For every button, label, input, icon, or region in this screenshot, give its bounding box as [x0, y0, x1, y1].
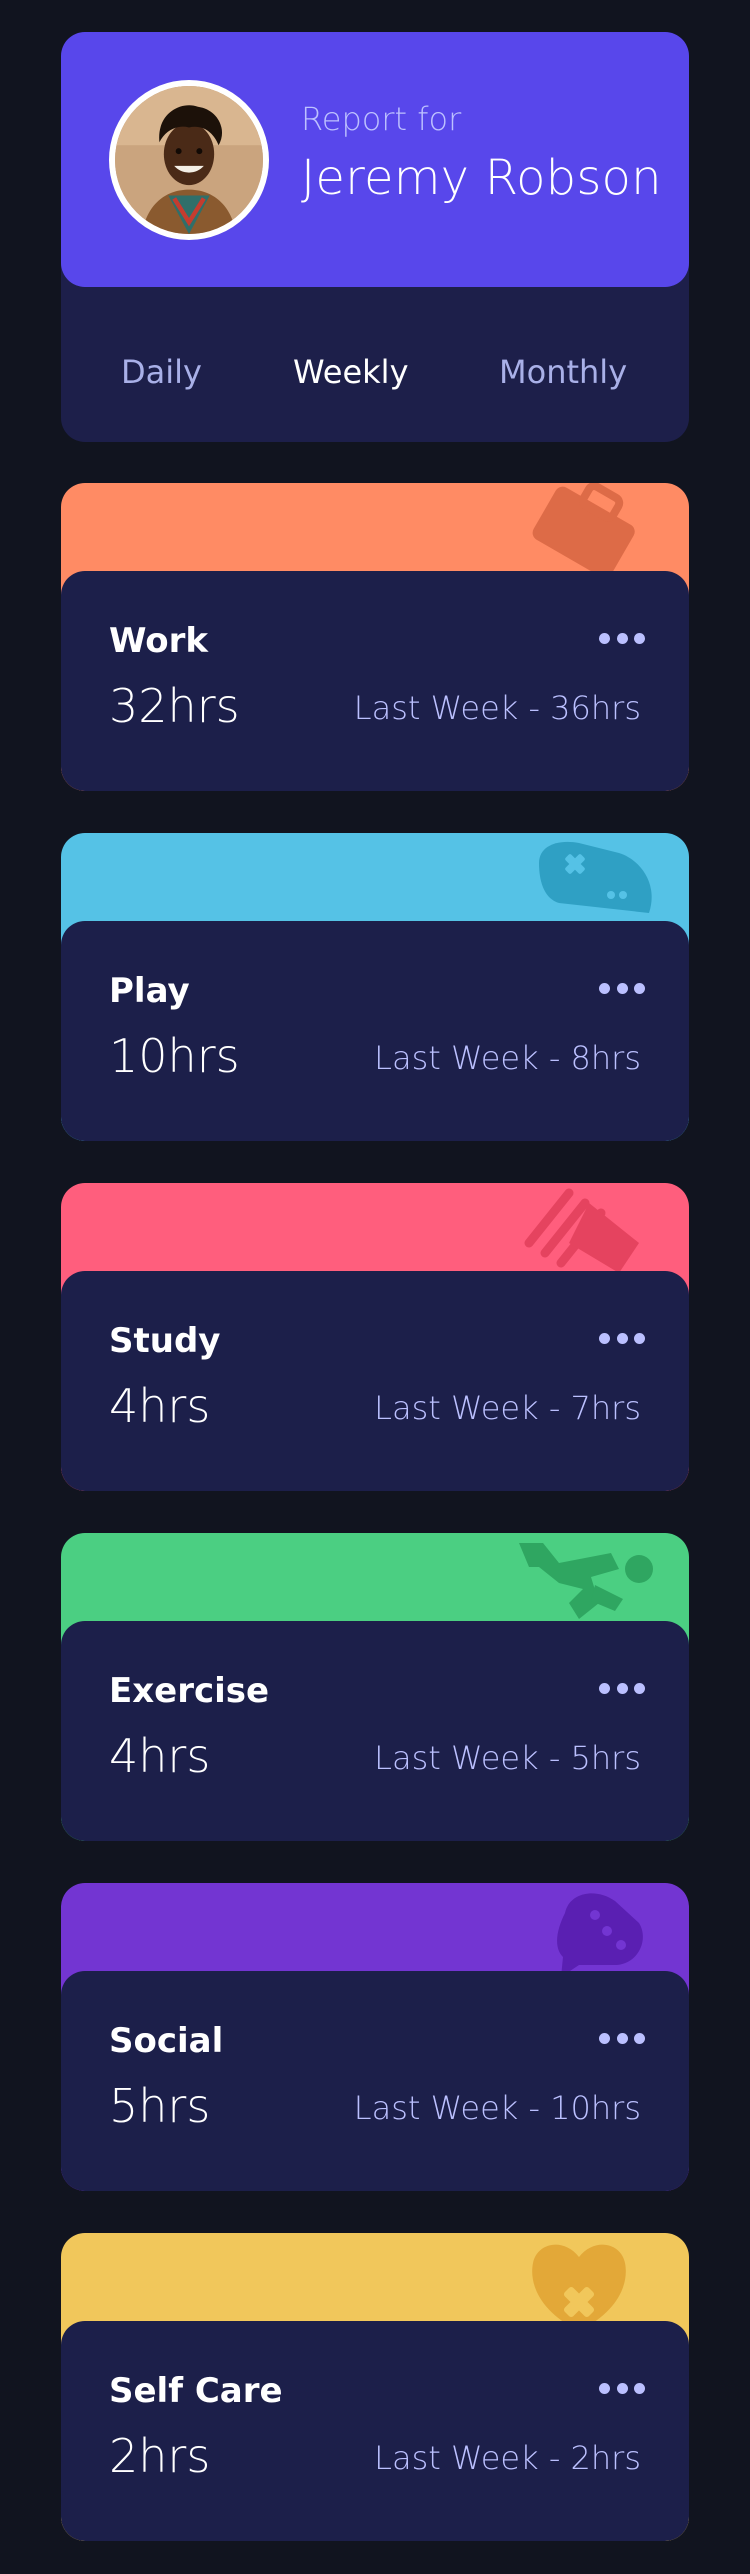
- briefcase-icon: [532, 483, 635, 578]
- activity-title: Study: [109, 1321, 221, 1361]
- activity-current-hours: 32hrs: [109, 679, 240, 733]
- chat-bubbles-icon: [557, 1893, 643, 1977]
- activity-body-work: Work 32hrs Last Week - 36hrs: [61, 571, 689, 791]
- activity-previous-hours: Last Week - 2hrs: [374, 2439, 641, 2477]
- user-name: Jeremy Robson: [301, 150, 662, 206]
- activity-title: Self Care: [109, 2371, 283, 2411]
- activity-card-study: Study 4hrs Last Week - 7hrs: [61, 1183, 689, 1491]
- profile-card: Report for Jeremy Robson Daily Weekly Mo…: [61, 32, 689, 442]
- activity-title: Exercise: [109, 1671, 270, 1711]
- ellipsis-menu-icon[interactable]: [599, 981, 645, 995]
- activity-title: Work: [109, 621, 209, 661]
- profile-header: Report for Jeremy Robson: [61, 32, 689, 287]
- tab-monthly[interactable]: Monthly: [499, 353, 627, 391]
- ellipsis-menu-icon[interactable]: [599, 2031, 645, 2045]
- activity-previous-hours: Last Week - 10hrs: [353, 2089, 641, 2127]
- activity-body-exercise: Exercise 4hrs Last Week - 5hrs: [61, 1621, 689, 1841]
- avatar-image: [115, 86, 263, 234]
- tab-daily[interactable]: Daily: [121, 353, 202, 391]
- avatar: [109, 80, 269, 240]
- heart-icon: [532, 2244, 626, 2331]
- gamepad-icon: [539, 841, 652, 913]
- activity-title: Social: [109, 2021, 224, 2061]
- activity-current-hours: 4hrs: [109, 1379, 211, 1433]
- activity-card-exercise: Exercise 4hrs Last Week - 5hrs: [61, 1533, 689, 1841]
- activity-card-self-care: Self Care 2hrs Last Week - 2hrs: [61, 2233, 689, 2541]
- time-tracking-dashboard: Report for Jeremy Robson Daily Weekly Mo…: [0, 0, 750, 2574]
- tab-weekly[interactable]: Weekly: [293, 353, 409, 391]
- activity-body-study: Study 4hrs Last Week - 7hrs: [61, 1271, 689, 1491]
- activity-body-self-care: Self Care 2hrs Last Week - 2hrs: [61, 2321, 689, 2541]
- activity-current-hours: 5hrs: [109, 2079, 211, 2133]
- ellipsis-menu-icon[interactable]: [599, 1331, 645, 1345]
- activity-card-work: Work 32hrs Last Week - 36hrs: [61, 483, 689, 791]
- activity-body-play: Play 10hrs Last Week - 8hrs: [61, 921, 689, 1141]
- activity-body-social: Social 5hrs Last Week - 10hrs: [61, 1971, 689, 2191]
- activity-current-hours: 4hrs: [109, 1729, 211, 1783]
- activity-current-hours: 10hrs: [109, 1029, 240, 1083]
- activity-previous-hours: Last Week - 8hrs: [374, 1039, 641, 1077]
- books-icon: [524, 1188, 639, 1273]
- activity-card-play: Play 10hrs Last Week - 8hrs: [61, 833, 689, 1141]
- activity-previous-hours: Last Week - 5hrs: [374, 1739, 641, 1777]
- runner-icon: [519, 1543, 653, 1619]
- activity-current-hours: 2hrs: [109, 2429, 211, 2483]
- activity-title: Play: [109, 971, 190, 1011]
- ellipsis-menu-icon[interactable]: [599, 2381, 645, 2395]
- activity-previous-hours: Last Week - 36hrs: [353, 689, 641, 727]
- report-for-label: Report for: [301, 100, 462, 138]
- timeframe-tabs: Daily Weekly Monthly: [61, 287, 689, 442]
- activity-previous-hours: Last Week - 7hrs: [374, 1389, 641, 1427]
- ellipsis-menu-icon[interactable]: [599, 631, 645, 645]
- ellipsis-menu-icon[interactable]: [599, 1681, 645, 1695]
- activity-card-social: Social 5hrs Last Week - 10hrs: [61, 1883, 689, 2191]
